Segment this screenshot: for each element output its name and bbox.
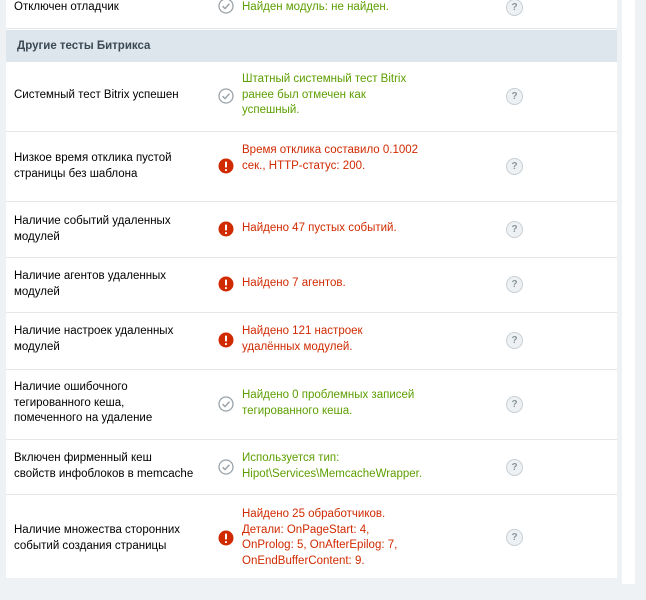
check-name: Наличие событий удаленных модулей [14, 215, 171, 243]
check-result: Найден модуль: не найден. [242, 1, 389, 13]
help-icon[interactable]: ? [506, 529, 523, 546]
check-ok-icon [218, 396, 234, 412]
section-title: Другие тесты Битрикса [17, 40, 151, 52]
check-result: Найдено 7 агентов. [242, 277, 346, 289]
check-error-icon [218, 276, 234, 292]
check-result: Найдено 47 пустых событий. [242, 222, 397, 234]
check-row: Наличие ошибочного тегированного кеша, п… [6, 370, 617, 440]
check-error-icon [218, 332, 234, 348]
check-row: Наличие настроек удаленных модулей Найде… [6, 313, 617, 370]
check-error-icon [218, 158, 234, 174]
help-icon[interactable]: ? [506, 396, 523, 413]
check-error-icon [218, 221, 234, 237]
check-row: Наличие событий удаленных модулей Найден… [6, 202, 617, 258]
check-row: Наличие множества сторонних событий созд… [6, 495, 617, 578]
check-row: Включен фирменный кеш свойств инфоблоков… [6, 440, 617, 495]
section-header: Другие тесты Битрикса [6, 30, 617, 62]
check-row: Системный тест Bitrix успешен Штатный си… [6, 62, 617, 132]
check-result: Найдено 121 настроек удалённых модулей. [242, 325, 363, 353]
check-name: Наличие настроек удаленных модулей [14, 325, 174, 353]
check-name: Наличие ошибочного тегированного кеша, п… [14, 381, 153, 424]
check-row: Отключен отладчик Найден модуль: не найд… [6, 0, 617, 29]
checks-panel: Отключен отладчик Найден модуль: не найд… [6, 0, 617, 578]
check-result: Штатный системный тест Bitrix ранее был … [242, 73, 407, 116]
check-error-icon [218, 530, 234, 546]
check-ok-icon [218, 88, 234, 104]
help-icon[interactable]: ? [506, 459, 523, 476]
check-name: Наличие агентов удаленных модулей [14, 270, 167, 298]
check-name: Отключен отладчик [14, 1, 119, 13]
check-ok-icon [218, 459, 234, 475]
help-icon[interactable]: ? [506, 276, 523, 293]
check-name: Низкое время отклика пустой страницы без… [14, 152, 172, 180]
check-result: Найдено 25 обработчиков. Детали: OnPageS… [242, 508, 398, 567]
check-row: Наличие агентов удаленных модулей Найден… [6, 258, 617, 313]
help-icon[interactable]: ? [506, 88, 523, 105]
check-result: Время отклика составило 0.1002 сек., HTT… [242, 144, 419, 172]
help-icon[interactable]: ? [506, 332, 523, 349]
help-icon[interactable]: ? [506, 158, 523, 175]
check-row: Низкое время отклика пустой страницы без… [6, 132, 617, 202]
check-result: Используется тип: Hipot\Services\Memcach… [242, 452, 423, 480]
check-name: Включен фирменный кеш свойств инфоблоков… [14, 452, 194, 480]
scrollbar-track[interactable] [622, 0, 635, 584]
help-icon[interactable]: ? [506, 0, 523, 16]
help-icon[interactable]: ? [506, 221, 523, 238]
check-name: Наличие множества сторонних событий созд… [14, 524, 180, 552]
check-ok-icon [218, 0, 234, 14]
check-result: Найдено 0 проблемных записей тегированно… [242, 389, 415, 417]
check-name: Системный тест Bitrix успешен [14, 89, 179, 101]
